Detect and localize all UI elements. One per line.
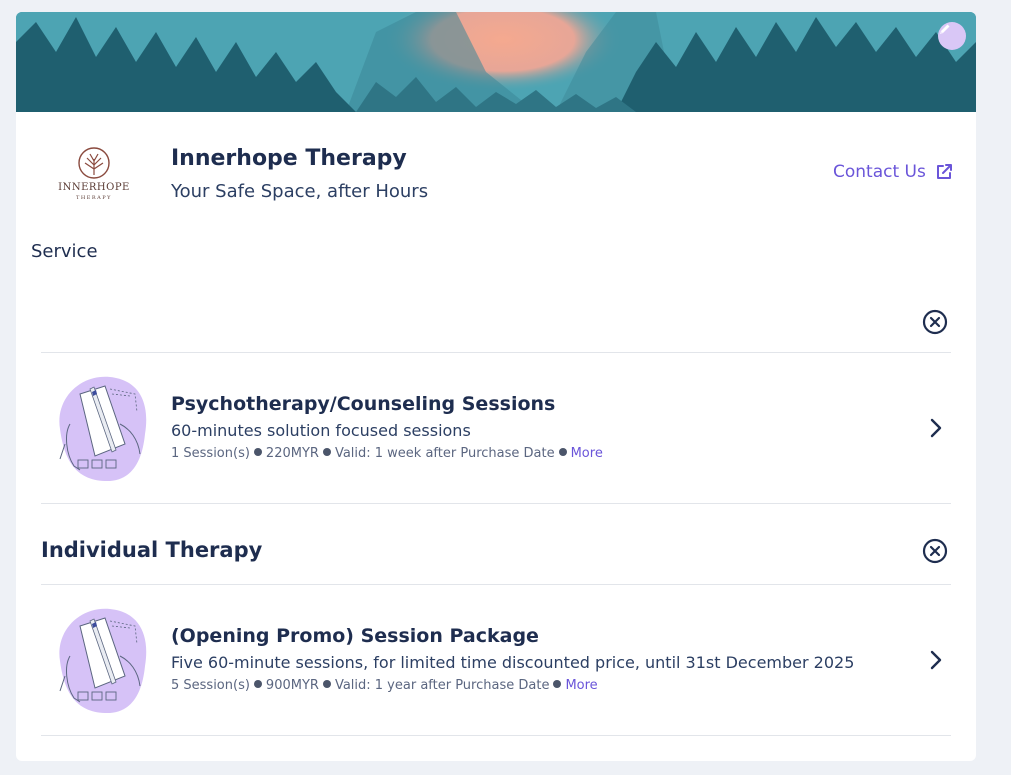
open-service-button[interactable] — [924, 416, 948, 440]
brand-name: Innerhope Therapy — [171, 146, 407, 171]
chevron-right-icon — [930, 650, 942, 670]
service-illustration — [50, 374, 150, 484]
logo-wordmark: INNERHOPE — [58, 182, 130, 193]
book-illustration-icon — [59, 608, 147, 714]
service-description: 60-minutes solution focused sessions — [171, 421, 471, 440]
service-price: 220MYR — [265, 446, 319, 461]
contact-us-link[interactable]: Contact Us — [833, 162, 954, 182]
cover-banner — [16, 12, 976, 112]
more-link[interactable]: More — [571, 446, 603, 461]
collapse-group-button[interactable] — [921, 308, 949, 336]
divider — [41, 584, 951, 585]
logo-subtext: THERAPY — [76, 195, 112, 201]
chevron-right-icon — [930, 418, 942, 438]
service-description: Five 60-minute sessions, for limited tim… — [171, 653, 855, 672]
pencil-icon — [940, 24, 950, 34]
tree-logo-icon — [78, 147, 110, 179]
booking-card: INNERHOPE THERAPY Innerhope Therapy Your… — [16, 12, 976, 761]
more-link[interactable]: More — [565, 678, 597, 693]
brand-tagline: Your Safe Space, after Hours — [171, 181, 429, 202]
edit-banner-button[interactable] — [938, 22, 966, 50]
service-sessions: 1 Session(s) — [171, 446, 250, 461]
service-meta: 1 Session(s) 220MYR Valid: 1 week after Pu… — [171, 446, 603, 461]
collapse-group-button[interactable] — [921, 537, 949, 565]
book-illustration-icon — [59, 376, 147, 482]
external-link-icon — [936, 164, 952, 179]
divider — [41, 352, 951, 353]
brand-logo: INNERHOPE THERAPY — [50, 145, 138, 213]
service-price: 900MYR — [265, 678, 319, 693]
separator-dot — [253, 448, 262, 456]
close-circle-icon — [922, 309, 948, 335]
contact-us-label: Contact Us — [833, 162, 926, 182]
service-title[interactable]: (Opening Promo) Session Package — [171, 625, 539, 647]
service-validity: Valid: 1 year after Purchase Date — [334, 678, 550, 693]
section-title: Service — [31, 241, 98, 262]
separator-dot — [322, 448, 331, 456]
divider — [41, 735, 951, 736]
service-title[interactable]: Psychotherapy/Counseling Sessions — [171, 393, 555, 415]
group-title: Individual Therapy — [41, 538, 263, 562]
separator-dot — [558, 448, 567, 456]
banner-landscape-image — [16, 12, 976, 112]
divider — [41, 503, 951, 504]
close-circle-icon — [922, 538, 948, 564]
separator-dot — [553, 680, 562, 688]
service-meta: 5 Session(s) 900MYR Valid: 1 year after Pu… — [171, 678, 598, 693]
service-validity: Valid: 1 week after Purchase Date — [334, 446, 555, 461]
separator-dot — [322, 680, 331, 688]
open-service-button[interactable] — [924, 648, 948, 672]
separator-dot — [253, 680, 262, 688]
service-sessions: 5 Session(s) — [171, 678, 250, 693]
service-illustration — [50, 606, 150, 716]
